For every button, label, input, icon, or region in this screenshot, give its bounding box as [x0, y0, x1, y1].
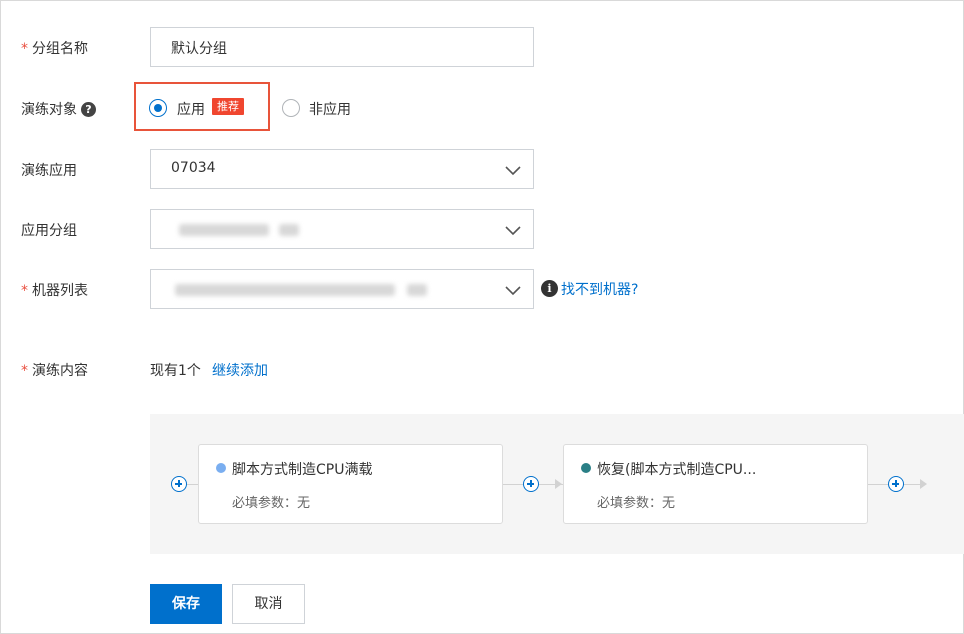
save-button[interactable]: 保存 [150, 584, 222, 624]
flow-node-card[interactable]: 脚本方式制造CPU满载 必填参数：无 [198, 444, 503, 524]
radio-non-app-label[interactable]: 非应用 [309, 99, 351, 119]
info-icon: i [541, 280, 558, 297]
redacted-text [179, 224, 269, 236]
machine-list-select[interactable] [150, 269, 534, 309]
redacted-text [175, 284, 395, 296]
node-title: 恢复(脚本方式制造CPU... [597, 462, 757, 478]
required-mark: * [21, 41, 28, 57]
node-title: 脚本方式制造CPU满载 [232, 462, 373, 478]
add-more-link[interactable]: 继续添加 [212, 360, 268, 380]
connector-line [187, 484, 198, 485]
status-dot [581, 463, 591, 473]
drill-content-label: * 演练内容 [21, 363, 88, 379]
group-name-input[interactable]: 默认分组 [150, 27, 534, 67]
machine-list-label: * 机器列表 [21, 283, 88, 299]
radio-non-app[interactable] [282, 99, 300, 117]
flow-canvas: 脚本方式制造CPU满载 必填参数：无 恢复(脚本方式制造CPU... 必填参数：… [150, 414, 964, 554]
add-node-plus-icon[interactable] [523, 476, 539, 492]
drill-target-label: 演练对象? [21, 99, 96, 119]
chevron-down-icon [505, 226, 521, 236]
arrow-right-icon [555, 479, 562, 489]
app-group-select[interactable] [150, 209, 534, 249]
status-dot [216, 463, 226, 473]
node-params: 必填参数：无 [232, 496, 311, 511]
flow-node-card[interactable]: 恢复(脚本方式制造CPU... 必填参数：无 [563, 444, 868, 524]
add-node-plus-icon[interactable] [171, 476, 187, 492]
radio-app[interactable] [149, 99, 167, 117]
recommend-tag: 推荐 [212, 98, 244, 115]
redacted-text [407, 284, 427, 296]
content-count: 现有1个 [150, 363, 201, 379]
question-circle-icon[interactable]: ? [81, 102, 96, 117]
cancel-button[interactable]: 取消 [232, 584, 305, 624]
arrow-right-icon [920, 479, 927, 489]
redacted-text [279, 224, 299, 236]
chevron-down-icon [505, 286, 521, 296]
app-group-label: 应用分组 [21, 223, 77, 239]
machine-help-link[interactable]: 找不到机器? [561, 279, 638, 299]
radio-app-label[interactable]: 应用 [177, 99, 205, 119]
group-name-label: * 分组名称 [21, 41, 88, 57]
drill-app-label: 演练应用 [21, 163, 77, 179]
chevron-down-icon [505, 166, 521, 176]
node-params: 必填参数：无 [597, 496, 676, 511]
add-node-plus-icon[interactable] [888, 476, 904, 492]
form-panel: * 分组名称 默认分组 演练对象? 应用 推荐 非应用 演练应用 07034 应用… [0, 0, 964, 634]
drill-app-select[interactable]: 07034 [150, 149, 534, 189]
